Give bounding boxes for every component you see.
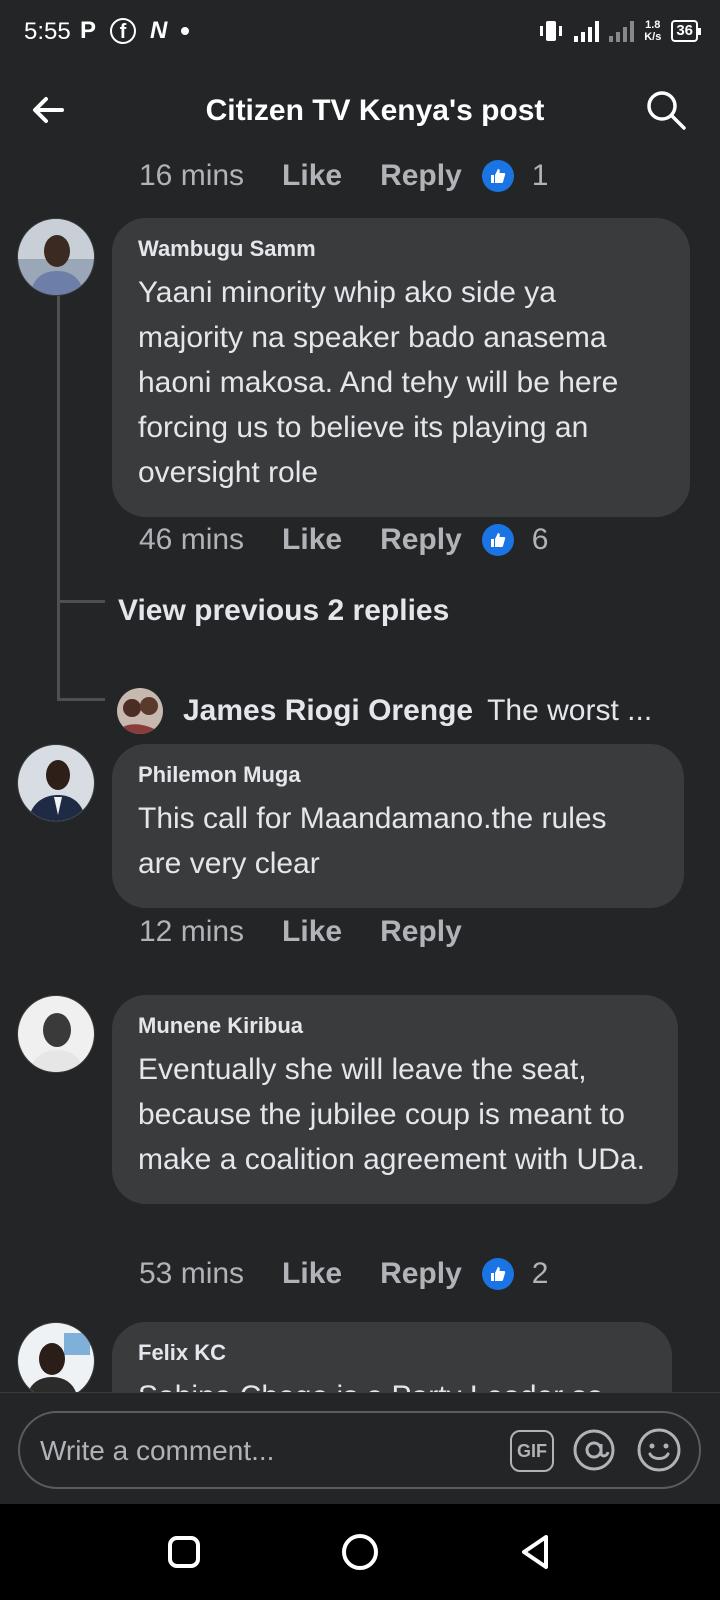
recent-apps-icon[interactable] (164, 1532, 204, 1572)
thread-line (57, 294, 60, 700)
search-icon[interactable] (644, 88, 688, 132)
comment-bubble: Wambugu Samm Yaani minority whip ako sid… (112, 218, 690, 517)
like-button[interactable]: Like (282, 1257, 342, 1291)
comment-actions: 12 mins Like Reply (139, 912, 482, 952)
like-button[interactable]: Like (282, 159, 342, 193)
thumbs-up-icon (481, 524, 514, 556)
net-speed-value: 1.8 (645, 19, 661, 31)
back-nav-icon[interactable] (516, 1532, 556, 1572)
thread-connector (57, 600, 105, 603)
reply-button[interactable]: Reply (380, 523, 462, 557)
gif-icon[interactable]: GIF (510, 1430, 554, 1472)
facebook-icon: f (110, 18, 137, 44)
comment-input[interactable] (40, 1429, 480, 1473)
comment-time: 12 mins (139, 915, 245, 948)
comment-time: 53 mins (139, 1257, 245, 1290)
avatar[interactable] (17, 218, 95, 296)
comment-composer-bar: GIF (0, 1392, 720, 1504)
comment-bubble: Philemon Muga This call for Maandamano.t… (112, 744, 684, 908)
signal-3g-icon (609, 20, 635, 42)
comment-actions: 16 mins Like Reply 1 (139, 156, 548, 196)
comment-actions: 53 mins Like Reply 2 (139, 1254, 548, 1294)
thumbs-up-icon (481, 160, 514, 192)
comment-text: This call for Maandamano.the rules are v… (138, 802, 607, 880)
like-button[interactable]: Like (282, 915, 342, 949)
vibrate-icon (540, 21, 563, 41)
comment-author[interactable]: Philemon Muga (138, 762, 658, 788)
notification-icons: P f N (80, 16, 190, 46)
status-right: 1.8 K/s 36 (538, 16, 701, 46)
reply-button[interactable]: Reply (380, 159, 462, 193)
more-notifications-icon (181, 27, 190, 35)
emoji-icon[interactable] (636, 1427, 682, 1473)
p-app-icon: P (80, 17, 97, 44)
header: Citizen TV Kenya's post (0, 72, 720, 148)
reply-button[interactable]: Reply (380, 1257, 462, 1291)
thread-connector (57, 698, 105, 701)
comment-bubble: Munene Kiribua Eventually she will leave… (112, 995, 678, 1204)
comment-author[interactable]: Wambugu Samm (138, 236, 664, 262)
comment-time: 46 mins (139, 523, 245, 556)
comment-text: Eventually she will leave the seat, beca… (138, 1053, 645, 1176)
home-icon[interactable] (340, 1532, 380, 1572)
system-nav-bar (0, 1504, 720, 1600)
comment-time: 16 mins (139, 159, 245, 192)
comment-actions: 46 mins Like Reply 6 (139, 520, 548, 560)
reply-button[interactable]: Reply (380, 915, 462, 949)
comment-author[interactable]: Felix KC (138, 1340, 646, 1366)
avatar[interactable] (17, 1322, 95, 1400)
battery-icon: 36 (671, 20, 701, 42)
mention-icon[interactable] (572, 1427, 616, 1473)
comment-text: Yaani minority whip ako side ya majority… (138, 276, 619, 489)
like-button[interactable]: Like (282, 523, 342, 557)
reply-avatar[interactable] (117, 688, 163, 734)
avatar[interactable] (17, 995, 95, 1073)
status-time: 5:55 (24, 18, 71, 45)
reaction-count: 1 (531, 159, 549, 192)
reaction-count: 2 (531, 1257, 549, 1290)
signal-icon (574, 20, 600, 42)
page-title: Citizen TV Kenya's post (205, 94, 545, 127)
reply-author[interactable]: James Riogi Orenge (183, 694, 473, 728)
view-previous-replies[interactable]: View previous 2 replies (118, 594, 449, 628)
avatar[interactable] (17, 744, 95, 822)
status-bar: 5:55 P f N 1.8 K/s 36 (0, 0, 720, 62)
thumbs-up-icon (481, 1258, 514, 1290)
net-speed-unit: K/s (644, 31, 662, 43)
comment-composer: GIF (18, 1411, 701, 1489)
reply-preview[interactable]: James Riogi Orenge The worst ... (117, 688, 652, 734)
net-speed: 1.8 K/s (644, 19, 661, 43)
reply-snippet: The worst ... (487, 694, 653, 727)
n-app-icon: N (150, 17, 168, 44)
comment-author[interactable]: Munene Kiribua (138, 1013, 652, 1039)
reaction-count: 6 (531, 523, 549, 556)
